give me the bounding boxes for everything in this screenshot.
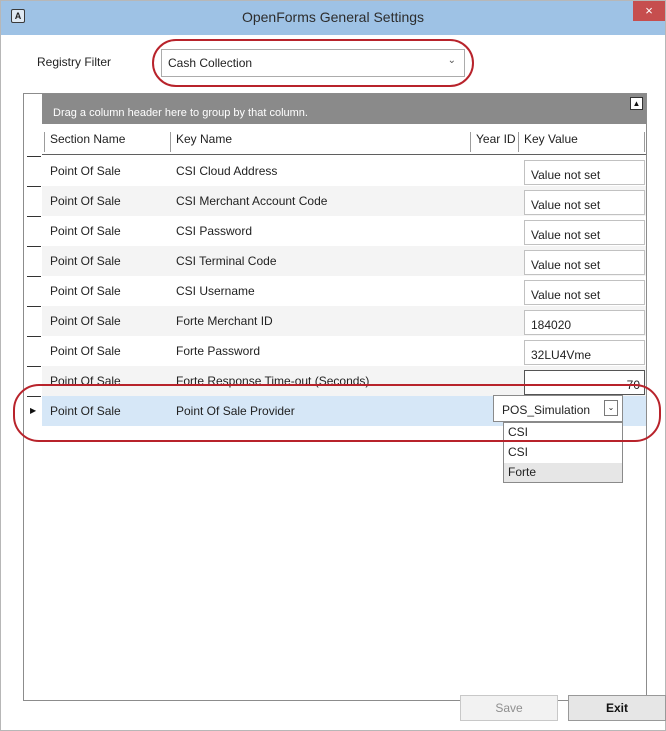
key-value-input[interactable]: 184020 bbox=[524, 310, 645, 335]
column-separator bbox=[644, 132, 645, 152]
key-value-input[interactable]: Value not set bbox=[524, 280, 645, 305]
table-row[interactable]: Point Of Sale Forte Merchant ID 184020 bbox=[42, 306, 646, 336]
row-indicator[interactable] bbox=[24, 276, 42, 306]
table-row[interactable]: Point Of Sale Forte Password 32LU4Vme bbox=[42, 336, 646, 366]
window-title: OpenForms General Settings bbox=[241, 9, 425, 25]
title-bar[interactable]: A OpenForms General Settings × bbox=[1, 1, 665, 35]
row-indicator[interactable] bbox=[24, 306, 42, 336]
key-name-cell: CSI Cloud Address bbox=[176, 164, 278, 178]
scroll-up-icon[interactable]: ▲ bbox=[630, 97, 643, 110]
group-by-panel[interactable]: Drag a column header here to group by th… bbox=[42, 94, 646, 124]
settings-window: A OpenForms General Settings × Registry … bbox=[0, 0, 666, 731]
row-indicator[interactable] bbox=[24, 156, 42, 186]
column-separator bbox=[470, 132, 471, 152]
header-divider bbox=[42, 154, 646, 155]
table-row[interactable]: Point Of Sale CSI Terminal Code Value no… bbox=[42, 246, 646, 276]
key-value-input[interactable]: Value not set bbox=[524, 160, 645, 185]
section-name-cell: Point Of Sale bbox=[50, 284, 121, 298]
key-value-input[interactable]: 32LU4Vme bbox=[524, 340, 645, 365]
key-value-input[interactable]: Value not set bbox=[524, 220, 645, 245]
exit-button[interactable]: Exit bbox=[568, 695, 666, 721]
save-button[interactable]: Save bbox=[460, 695, 558, 721]
column-separator bbox=[518, 132, 519, 152]
column-header-key-name[interactable]: Key Name bbox=[176, 132, 232, 154]
row-indicator[interactable] bbox=[24, 186, 42, 216]
close-button[interactable]: × bbox=[633, 1, 665, 21]
key-name-cell: CSI Merchant Account Code bbox=[176, 194, 328, 208]
section-name-cell: Point Of Sale bbox=[50, 254, 121, 268]
key-name-cell: CSI Username bbox=[176, 284, 255, 298]
table-row[interactable]: Point Of Sale CSI Username Value not set bbox=[42, 276, 646, 306]
column-header-key-value[interactable]: Key Value bbox=[524, 132, 578, 154]
row-indicator[interactable] bbox=[24, 246, 42, 276]
column-header-year-id[interactable]: Year ID bbox=[476, 132, 516, 154]
section-name-cell: Point Of Sale bbox=[50, 164, 121, 178]
table-row[interactable]: Point Of Sale CSI Password Value not set bbox=[42, 216, 646, 246]
section-name-cell: Point Of Sale bbox=[50, 194, 121, 208]
key-value-input[interactable]: Value not set bbox=[524, 250, 645, 275]
row-indicator[interactable] bbox=[24, 336, 42, 366]
table-row[interactable]: Point Of Sale CSI Merchant Account Code … bbox=[42, 186, 646, 216]
table-row[interactable]: Point Of Sale CSI Cloud Address Value no… bbox=[42, 156, 646, 186]
registry-filter-label: Registry Filter bbox=[37, 55, 112, 69]
column-separator bbox=[44, 132, 45, 152]
column-header-section-name[interactable]: Section Name bbox=[50, 132, 125, 154]
section-name-cell: Point Of Sale bbox=[50, 224, 121, 238]
highlight-annotation-row bbox=[13, 384, 661, 442]
key-name-cell: Forte Password bbox=[176, 344, 261, 358]
section-name-cell: Point Of Sale bbox=[50, 314, 121, 328]
key-name-cell: CSI Terminal Code bbox=[176, 254, 277, 268]
row-indicator[interactable] bbox=[24, 216, 42, 246]
key-value-input[interactable]: Value not set bbox=[524, 190, 645, 215]
key-name-cell: CSI Password bbox=[176, 224, 253, 238]
highlight-annotation-filter bbox=[152, 39, 474, 87]
column-separator bbox=[170, 132, 171, 152]
key-name-cell: Forte Merchant ID bbox=[176, 314, 273, 328]
dropdown-option[interactable]: Forte bbox=[504, 463, 622, 482]
section-name-cell: Point Of Sale bbox=[50, 344, 121, 358]
group-by-hint: Drag a column header here to group by th… bbox=[53, 107, 308, 119]
dropdown-option[interactable]: CSI bbox=[504, 443, 622, 462]
